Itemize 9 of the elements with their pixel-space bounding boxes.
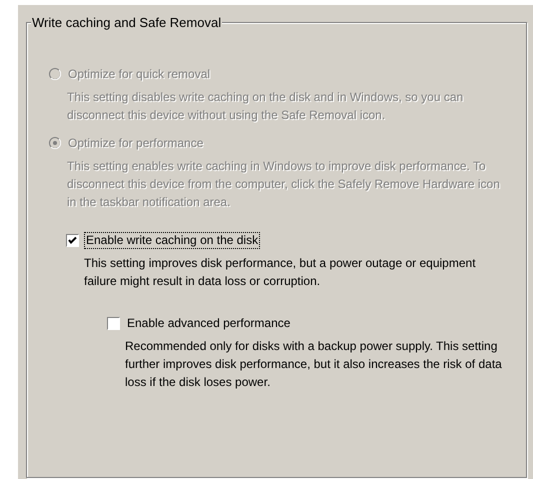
option-label: Enable write caching on the disk [84,232,260,248]
option-description: This setting enables write caching in Windows to improve disk performance. To disconnect this device from the computer, click the Safely Remove Hardware icon in the taskbar notification area. [67,158,500,211]
option-label: Optimize for performance [67,134,204,152]
group-title: Write caching and Safe Removal [31,15,222,30]
option-label: Optimize for quick removal [67,66,212,82]
option-description: This setting disables write caching on the disk and in Windows, so you can disconnect this device without using the Safe Removal icon. [67,89,464,124]
option-description: Recommended only for disks with a backup power supply. This setting further improves disk performance, but it also increases the risk of data loss if the disk loses power. [125,338,503,391]
option-description: This setting improves disk performance, but a power outage or equipment failure might result in data loss or corruption. [84,255,477,290]
option-label: Enable advanced performance [126,314,292,332]
